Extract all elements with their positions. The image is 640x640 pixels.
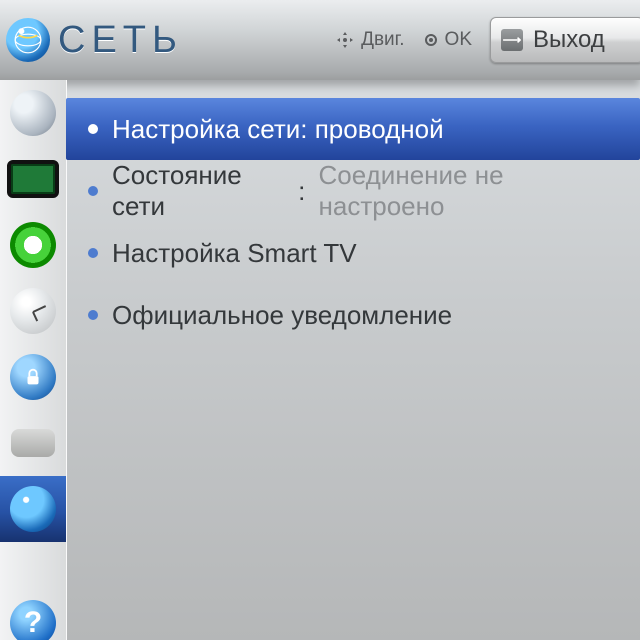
bullet-icon: [88, 186, 98, 196]
hint-ok-label: OK: [445, 29, 472, 51]
sidebar-item-picture[interactable]: [0, 146, 66, 212]
menu-item-smart-tv[interactable]: Настройка Smart TV: [66, 222, 640, 284]
page-title: СЕТЬ: [58, 19, 183, 62]
menu-item-label: Настройка сети: [112, 114, 300, 145]
exit-label: Выход: [533, 26, 605, 54]
sidebar-item-time[interactable]: [0, 278, 66, 344]
exit-icon: ⟶: [501, 29, 523, 51]
clock-icon: [10, 288, 56, 334]
sidebar-item-network[interactable]: [0, 476, 66, 542]
exit-button[interactable]: ⟶ Выход: [490, 17, 640, 63]
bullet-icon: [88, 310, 98, 320]
hint-move: Двиг.: [335, 29, 404, 51]
menu-item-notice[interactable]: Официальное уведомление: [66, 284, 640, 346]
sidebar: ?: [0, 80, 67, 640]
sidebar-item-support[interactable]: ?: [0, 590, 66, 640]
sidebar-item-lock[interactable]: [0, 344, 66, 410]
menu-item-network-setup[interactable]: Настройка сети: проводной: [66, 98, 640, 160]
menu-item-label: Состояние сети: [112, 160, 291, 222]
network-icon: [6, 18, 50, 62]
tv-icon: [7, 160, 59, 198]
tv-settings-screen: СЕТЬ Двиг. OK ⟶ Выход: [0, 0, 640, 640]
menu-item-network-status[interactable]: Состояние сети : Соединение не настроено: [66, 160, 640, 222]
header-bar: СЕТЬ Двиг. OK ⟶ Выход: [0, 0, 640, 80]
bullet-icon: [88, 248, 98, 258]
globe-icon: [10, 486, 56, 532]
dpad-icon: [335, 30, 355, 50]
sidebar-item-setup[interactable]: [0, 410, 66, 476]
lock-icon: [10, 354, 56, 400]
hint-ok: OK: [423, 29, 472, 51]
hint-move-label: Двиг.: [361, 29, 404, 51]
menu-item-value: проводной: [315, 114, 444, 145]
toolbox-icon: [11, 429, 55, 457]
menu-item-label: Официальное уведомление: [112, 300, 452, 331]
bullet-icon: [88, 124, 98, 134]
menu-panel: Настройка сети: проводной Состояние сети…: [66, 80, 640, 640]
nav-hints: Двиг. OK ⟶ Выход: [335, 17, 640, 63]
menu-item-value: Соединение не настроено: [319, 160, 618, 222]
speaker-icon: [10, 222, 56, 268]
satellite-dish-icon: [10, 90, 56, 136]
menu-item-label: Настройка Smart TV: [112, 238, 357, 269]
sidebar-item-sound[interactable]: [0, 212, 66, 278]
ok-dot-icon: [423, 32, 439, 48]
help-icon: ?: [10, 600, 56, 640]
sidebar-item-channel[interactable]: [0, 80, 66, 146]
